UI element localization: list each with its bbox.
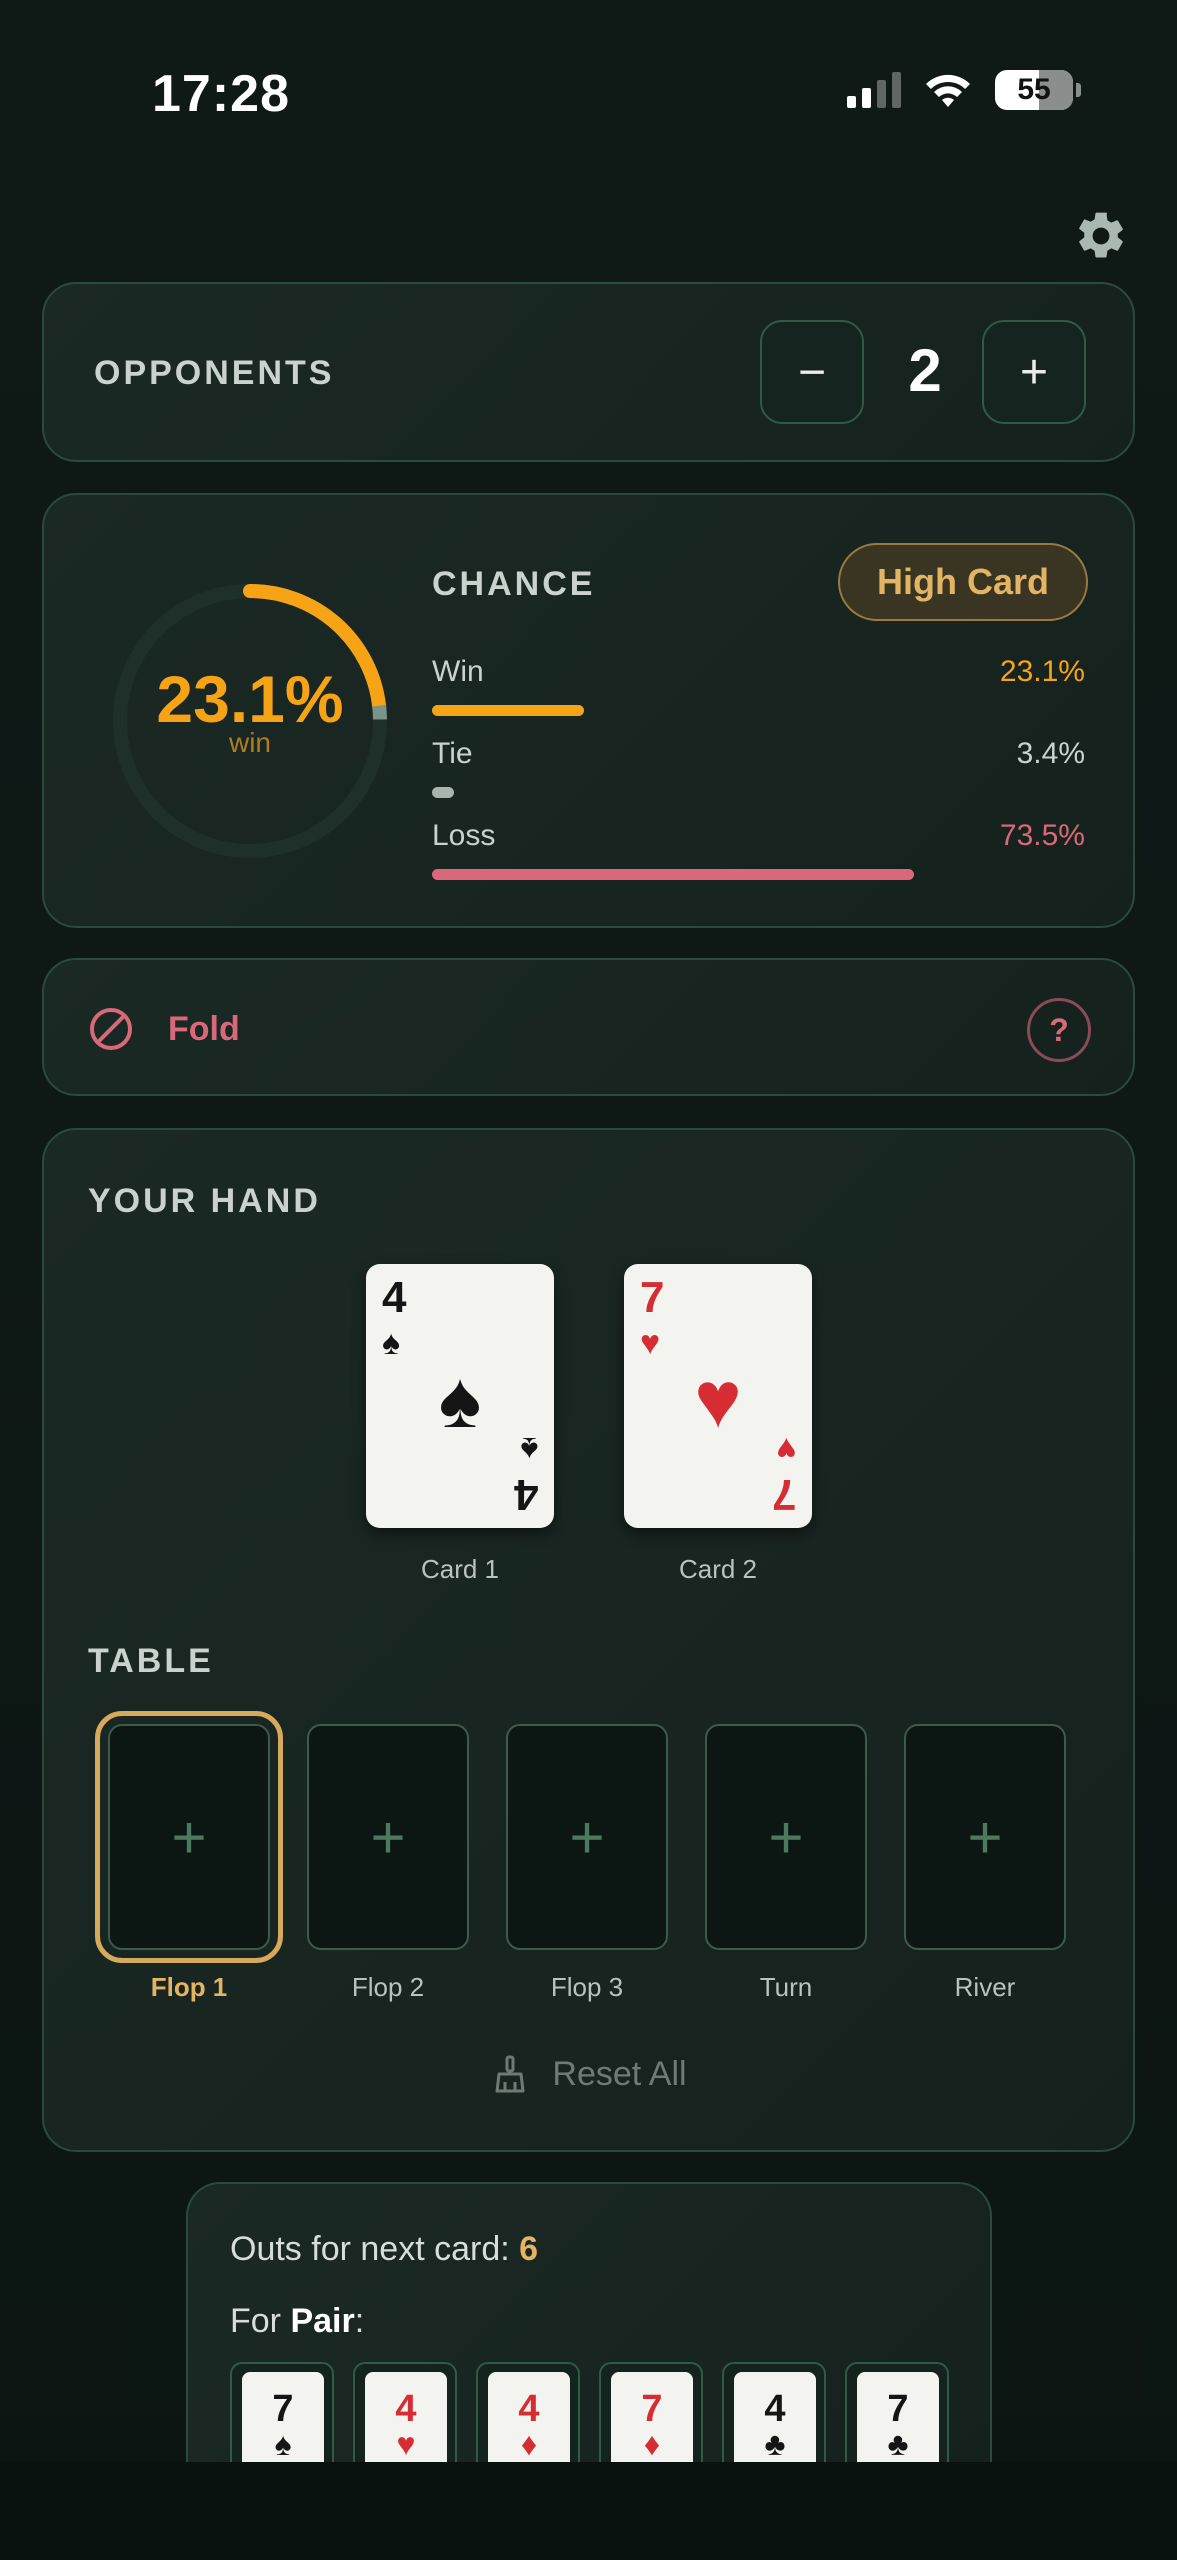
card-corner: 4 ♠ bbox=[513, 1430, 538, 1519]
tie-bar-track bbox=[432, 787, 1088, 798]
reset-all-label: Reset All bbox=[552, 2054, 687, 2093]
reset-all-button[interactable]: Reset All bbox=[44, 2054, 1133, 2094]
outs-panel: Outs for next card: 6 For Pair: 7 ♠ 4 ♥ 4 ♦… bbox=[186, 2182, 992, 2462]
hand-card-2[interactable]: 7 ♥ ♥ 7 ♥ bbox=[624, 1264, 812, 1528]
table-slot-flop-1[interactable]: + bbox=[95, 1711, 283, 1963]
battery-level: 55 bbox=[1017, 73, 1051, 106]
outs-for-hand: For Pair: bbox=[230, 2302, 365, 2340]
loss-value: 73.5% bbox=[999, 819, 1085, 852]
out-card: 4 ♣ bbox=[722, 2362, 826, 2462]
win-label: Win bbox=[432, 655, 484, 688]
heart-icon: ♥ bbox=[694, 1355, 742, 1444]
heart-icon: ♥ bbox=[640, 1324, 661, 1362]
heart-icon: ♥ bbox=[396, 2426, 416, 2462]
spade-icon: ♠ bbox=[438, 1355, 482, 1444]
card-2-caption: Card 2 bbox=[678, 1554, 758, 1584]
spade-icon: ♠ bbox=[382, 1324, 401, 1362]
win-value: 23.1% bbox=[999, 655, 1085, 688]
advice-label: Fold bbox=[168, 1010, 240, 1048]
card-corner: 7 ♥ bbox=[771, 1430, 796, 1519]
status-time: 17:28 bbox=[152, 65, 290, 123]
tie-value: 3.4% bbox=[1016, 737, 1085, 770]
spade-icon: ♠ bbox=[274, 2426, 292, 2462]
card-1-caption: Card 1 bbox=[420, 1554, 500, 1584]
out-card: 7 ♣ bbox=[845, 2362, 949, 2462]
hand-table-panel: YOUR HAND 4 ♠ ♠ 4 ♠ Card 1 7 ♥ ♥ 7 ♥ Card … bbox=[42, 1128, 1135, 2152]
tie-label: Tie bbox=[432, 737, 473, 770]
table-slot-turn[interactable]: + bbox=[705, 1724, 867, 1950]
table-title: TABLE bbox=[88, 1642, 214, 1680]
bottom-edge bbox=[0, 2462, 1177, 2560]
chance-title: CHANCE bbox=[432, 565, 596, 603]
out-card: 7 ♠ bbox=[230, 2362, 334, 2462]
card-rank: 4 bbox=[382, 1273, 407, 1322]
diamond-icon: ♦ bbox=[643, 2426, 661, 2462]
club-icon: ♣ bbox=[764, 2426, 786, 2462]
wifi-icon bbox=[926, 74, 970, 107]
slot-caption: Turn bbox=[759, 1972, 813, 2002]
table-slot-flop-3[interactable]: + bbox=[506, 1724, 668, 1950]
battery-icon: 55 bbox=[995, 70, 1081, 110]
hand-rank-badge: High Card bbox=[838, 543, 1088, 621]
your-hand-title: YOUR HAND bbox=[88, 1182, 321, 1220]
out-card: 4 ♦ bbox=[476, 2362, 580, 2462]
tie-bar bbox=[432, 787, 454, 798]
card-rank: 7 bbox=[640, 1273, 665, 1322]
loss-bar bbox=[432, 869, 914, 880]
cellular-signal-icon bbox=[847, 72, 901, 108]
outs-summary: Outs for next card: 6 bbox=[230, 2230, 539, 2268]
advice-panel: Fold ? bbox=[42, 958, 1135, 1096]
club-icon: ♣ bbox=[887, 2426, 909, 2462]
win-bar-track bbox=[432, 705, 1088, 716]
win-percentage: 23.1% bbox=[156, 662, 344, 736]
outs-count: 6 bbox=[519, 2230, 539, 2268]
help-button[interactable]: ? bbox=[1027, 998, 1091, 1062]
win-bar bbox=[432, 705, 584, 716]
broom-icon bbox=[495, 2055, 525, 2093]
slot-caption: Flop 3 bbox=[550, 1972, 624, 2002]
table-slot-river[interactable]: + bbox=[904, 1724, 1066, 1950]
slot-caption: Flop 1 bbox=[150, 1972, 228, 2002]
gear-icon[interactable] bbox=[1073, 208, 1129, 264]
out-card: 7 ♦ bbox=[599, 2362, 703, 2462]
increase-opponents-button[interactable]: + bbox=[982, 320, 1086, 424]
opponents-label: OPPONENTS bbox=[94, 354, 335, 392]
out-card: 4 ♥ bbox=[353, 2362, 457, 2462]
opponents-count: 2 bbox=[908, 337, 942, 404]
table-slot-flop-2[interactable]: + bbox=[307, 1724, 469, 1950]
decrease-opponents-button[interactable]: − bbox=[760, 320, 864, 424]
slot-caption: River bbox=[954, 1972, 1016, 2002]
chance-panel: 23.1% win CHANCE High Card Win 23.1% Tie… bbox=[42, 493, 1135, 928]
opponents-panel: OPPONENTS − 2 + bbox=[42, 282, 1135, 462]
loss-label: Loss bbox=[432, 819, 496, 852]
slot-caption: Flop 2 bbox=[351, 1972, 425, 2002]
status-icons: 55 bbox=[847, 70, 1081, 110]
diamond-icon: ♦ bbox=[520, 2426, 538, 2462]
hand-card-1[interactable]: 4 ♠ ♠ 4 ♠ bbox=[366, 1264, 554, 1528]
win-caption: win bbox=[228, 727, 271, 758]
loss-bar-track bbox=[432, 869, 1088, 880]
prohibited-icon bbox=[90, 1008, 132, 1050]
app-screen: 17:28 55 OPPONENTS − 2 + 23.1% win CHANC… bbox=[0, 0, 1177, 2560]
